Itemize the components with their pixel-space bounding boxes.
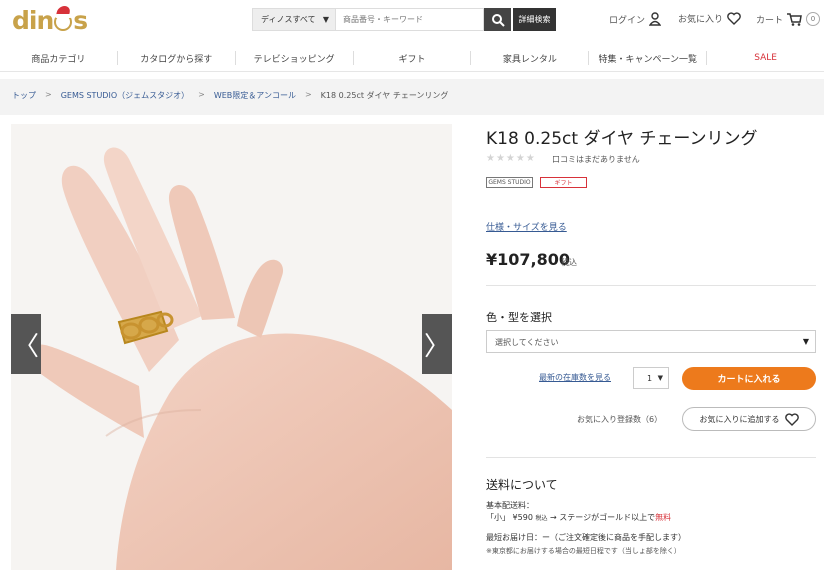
site-header: din s ディノスすべて ▼ 詳細検索 ログイン お気に入り カート xyxy=(0,0,824,40)
login-link[interactable]: ログイン xyxy=(609,12,662,26)
brand-badge: GEMS STUDIO xyxy=(486,177,533,188)
chevron-down-icon: ▼ xyxy=(802,337,809,346)
rating-stars: ★★★★★ xyxy=(486,153,536,164)
color-type-label: 色・型を選択 xyxy=(486,311,552,324)
breadcrumb-brand[interactable]: GEMS STUDIO（ジェムスタジオ） xyxy=(61,90,189,101)
shipping-title: 送料について xyxy=(486,478,558,492)
breadcrumb-top[interactable]: トップ xyxy=(12,90,36,101)
product-image[interactable] xyxy=(11,124,452,570)
breadcrumb-current: K18 0.25ct ダイヤ チェーンリング xyxy=(320,91,449,100)
divider xyxy=(486,285,816,286)
shipping-fee-note: → ステージがゴールド以上で xyxy=(550,513,656,522)
add-to-cart-button[interactable]: カートに入れる xyxy=(682,367,816,390)
review-status: 口コミはまだありません xyxy=(552,155,640,164)
favorites-label: お気に入り xyxy=(678,15,724,25)
shipping-fee-tax: 税込 xyxy=(535,515,548,522)
nav-item-sale[interactable]: SALE xyxy=(707,51,824,65)
shipping-fee-line: 「小」 ¥590 税込 → ステージがゴールド以上で無料 xyxy=(486,512,671,523)
add-favorite-button[interactable]: お気に入りに追加する xyxy=(682,407,816,431)
shipping-size: 「小」 xyxy=(486,513,510,522)
cart-icon xyxy=(787,12,802,26)
cart-count-badge: 0 xyxy=(806,12,821,26)
global-nav: 商品カテゴリ カタログから探す テレビショッピング ギフト 家具レンタル 特集・… xyxy=(0,46,824,72)
search-category-select[interactable]: ディノスすべて ▼ xyxy=(252,8,336,31)
heart-icon xyxy=(784,412,799,426)
breadcrumb-separator: > xyxy=(45,90,52,99)
quantity-value: 1 xyxy=(647,373,653,383)
tax-label: 税込 xyxy=(561,258,577,267)
nav-item-tv-shopping[interactable]: テレビショッピング xyxy=(236,51,354,65)
logo-text-right: s xyxy=(73,5,88,35)
nav-item-furniture-rental[interactable]: 家具レンタル xyxy=(471,51,590,65)
favorite-count: お気に入り登録数（6） xyxy=(577,415,663,424)
search-button[interactable] xyxy=(484,8,511,31)
shipping-fee: ¥590 xyxy=(512,513,533,522)
cart-label: カート xyxy=(756,15,784,26)
product-price: ¥107,800 xyxy=(486,250,571,269)
spec-size-link[interactable]: 仕様・サイズを見る xyxy=(486,220,567,233)
search-category-label: ディノスすべて xyxy=(261,15,316,24)
logo-text-left: din xyxy=(12,5,54,35)
detail-search-button[interactable]: 詳細検索 xyxy=(513,8,556,31)
heart-icon xyxy=(727,12,741,25)
quantity-select[interactable]: 1 ▼ xyxy=(633,367,669,389)
color-type-placeholder: 選択してください xyxy=(495,338,559,347)
dinos-logo[interactable]: din s xyxy=(12,5,102,35)
chevron-left-icon: 〈 xyxy=(12,331,39,362)
login-label: ログイン xyxy=(609,15,646,26)
gift-badge: ギフト xyxy=(540,177,587,188)
breadcrumb-separator: > xyxy=(304,90,312,99)
hand-with-ring-image xyxy=(28,147,452,570)
color-type-select[interactable]: 選択してください ▼ xyxy=(486,330,816,353)
product-title: K18 0.25ct ダイヤ チェーンリング xyxy=(486,129,758,149)
nav-item-product-category[interactable]: 商品カテゴリ xyxy=(0,51,118,65)
shipping-free: 無料 xyxy=(655,513,672,522)
cart-link[interactable]: カート 0 xyxy=(756,12,821,26)
earliest-delivery: 最短お届け日：ー（ご注文確定後に商品を手配します） xyxy=(486,533,686,542)
breadcrumb: トップ > GEMS STUDIO（ジェムスタジオ） > WEB限定＆アンコール… xyxy=(12,90,448,101)
chevron-down-icon: ▼ xyxy=(657,374,663,382)
favorites-link[interactable]: お気に入り xyxy=(678,12,741,25)
delivery-note: ※東京都にお届けする場合の最短日程です（当しょ部を除く） xyxy=(486,547,681,555)
nav-item-gift[interactable]: ギフト xyxy=(354,51,472,65)
nav-item-campaigns[interactable]: 特集・キャンペーン一覧 xyxy=(589,51,708,65)
add-favorite-label: お気に入りに追加する xyxy=(699,414,780,424)
gallery-next-button[interactable]: 〉 xyxy=(422,314,452,374)
divider xyxy=(486,457,816,458)
search-icon xyxy=(491,13,505,27)
santa-logo-icon xyxy=(54,13,73,31)
stock-link[interactable]: 最新の在庫数を見る xyxy=(539,372,611,383)
breadcrumb-category[interactable]: WEB限定＆アンコール xyxy=(214,90,296,101)
nav-item-catalog[interactable]: カタログから探す xyxy=(118,51,236,65)
gallery-prev-button[interactable]: 〈 xyxy=(11,314,41,374)
user-icon xyxy=(649,12,662,26)
chevron-down-icon: ▼ xyxy=(322,15,329,24)
breadcrumb-bar: トップ > GEMS STUDIO（ジェムスタジオ） > WEB限定＆アンコール… xyxy=(0,79,824,115)
breadcrumb-separator: > xyxy=(198,90,205,99)
chevron-right-icon: 〉 xyxy=(423,331,450,362)
search-input[interactable] xyxy=(336,8,484,31)
shipping-base-label: 基本配送料： xyxy=(486,501,534,510)
